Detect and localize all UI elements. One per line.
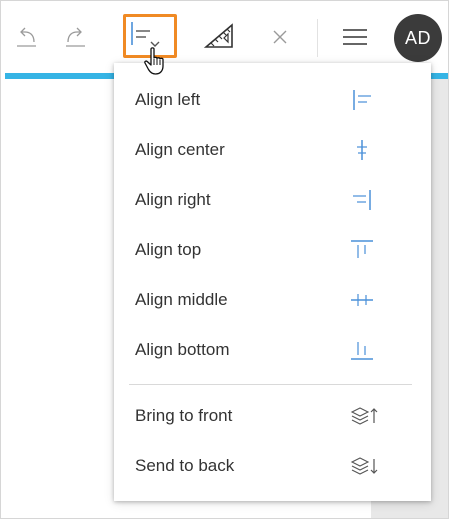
send-to-back-icon: [350, 457, 378, 475]
avatar[interactable]: AD: [394, 14, 442, 62]
menu-item-align-top[interactable]: Align top: [114, 225, 431, 275]
align-top-icon: [351, 240, 373, 258]
menu-item-label: Bring to front: [135, 406, 233, 425]
align-left-icon: [353, 90, 371, 110]
menu-item-label: Align top: [135, 240, 202, 259]
menu-item-align-center[interactable]: Align center: [114, 125, 431, 175]
menu-item-align-right[interactable]: Align right: [114, 175, 431, 225]
app-window: AD Align left Align center Align right A…: [0, 0, 449, 519]
align-menu: Align left Align center Align right Alig…: [114, 63, 431, 501]
redo-icon: [66, 27, 85, 47]
menu-item-label: Align bottom: [135, 340, 230, 359]
align-right-icon: [353, 190, 371, 210]
align-center-icon: [357, 140, 367, 160]
menu-item-label: Align center: [135, 140, 225, 159]
menu-item-align-left[interactable]: Align left: [114, 75, 431, 125]
toolbar-divider: [317, 19, 318, 57]
hamburger-icon: [343, 29, 367, 45]
ruler-icon: [203, 23, 233, 48]
hand-cursor-icon: [144, 47, 164, 75]
close-button[interactable]: [256, 15, 304, 59]
redo-button[interactable]: [53, 15, 101, 59]
undo-button[interactable]: [1, 15, 49, 59]
menu-item-label: Align left: [135, 90, 201, 109]
align-bottom-icon: [351, 342, 373, 360]
menu-item-align-bottom[interactable]: Align bottom: [114, 325, 431, 375]
menu-item-align-middle[interactable]: Align middle: [114, 275, 431, 325]
align-middle-icon: [351, 294, 373, 306]
bring-to-front-icon: [350, 407, 378, 425]
menu-divider: [129, 384, 412, 385]
menu-item-label: Align middle: [135, 290, 228, 309]
menu-item-label: Align right: [135, 190, 211, 209]
close-icon: [273, 30, 287, 44]
menu-item-label: Send to back: [135, 456, 235, 475]
menu-button[interactable]: [331, 15, 379, 59]
undo-icon: [17, 27, 36, 47]
menu-item-send-to-back[interactable]: Send to back: [114, 441, 431, 491]
menu-item-bring-to-front[interactable]: Bring to front: [114, 391, 431, 441]
ruler-button[interactable]: [196, 15, 244, 59]
